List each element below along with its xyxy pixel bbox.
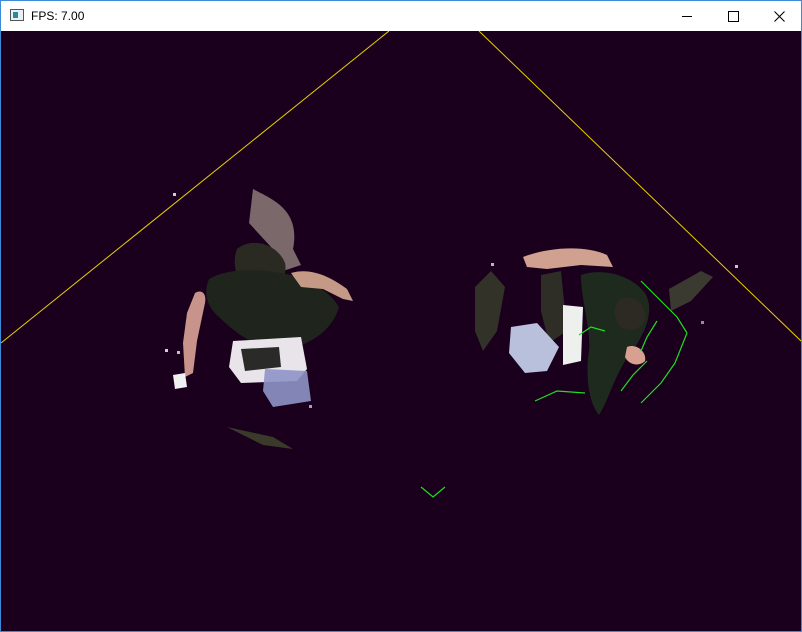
pc-dot [735, 265, 738, 268]
pc-dot [165, 349, 168, 352]
pc-dot [173, 193, 176, 196]
app-icon [10, 9, 24, 21]
floor-noise-left [227, 427, 293, 449]
pc-dot [177, 351, 180, 354]
skeleton-bone [620, 360, 648, 392]
torso-right [581, 272, 650, 415]
skeleton-bone [534, 390, 586, 402]
skeleton-bone [420, 486, 446, 498]
person-cloud-left [165, 189, 353, 449]
minimize-button[interactable] [664, 1, 710, 31]
person-cloud-right [475, 248, 738, 415]
maximize-button[interactable] [710, 1, 756, 31]
app-window: FPS: 7.00 [0, 0, 802, 632]
skeleton-bone [640, 332, 688, 404]
monitor-left [241, 347, 281, 371]
arm-right-upper [523, 248, 613, 269]
cables-right [669, 271, 713, 311]
scene-canvas [1, 31, 801, 498]
pc-dot [309, 405, 312, 408]
close-icon [773, 10, 785, 22]
close-button[interactable] [756, 1, 802, 31]
maximize-icon [727, 10, 739, 22]
keyboard-left [263, 369, 311, 407]
forearm-left [183, 291, 206, 377]
title-bar[interactable]: FPS: 7.00 [1, 1, 801, 31]
pc-dot [701, 321, 704, 324]
point-cloud-viewport[interactable] [1, 31, 801, 631]
pc-dot [491, 263, 494, 266]
window-title: FPS: 7.00 [31, 9, 85, 23]
hand-left [173, 373, 187, 389]
monitor-right-a [475, 271, 505, 351]
minimize-icon [682, 15, 692, 17]
